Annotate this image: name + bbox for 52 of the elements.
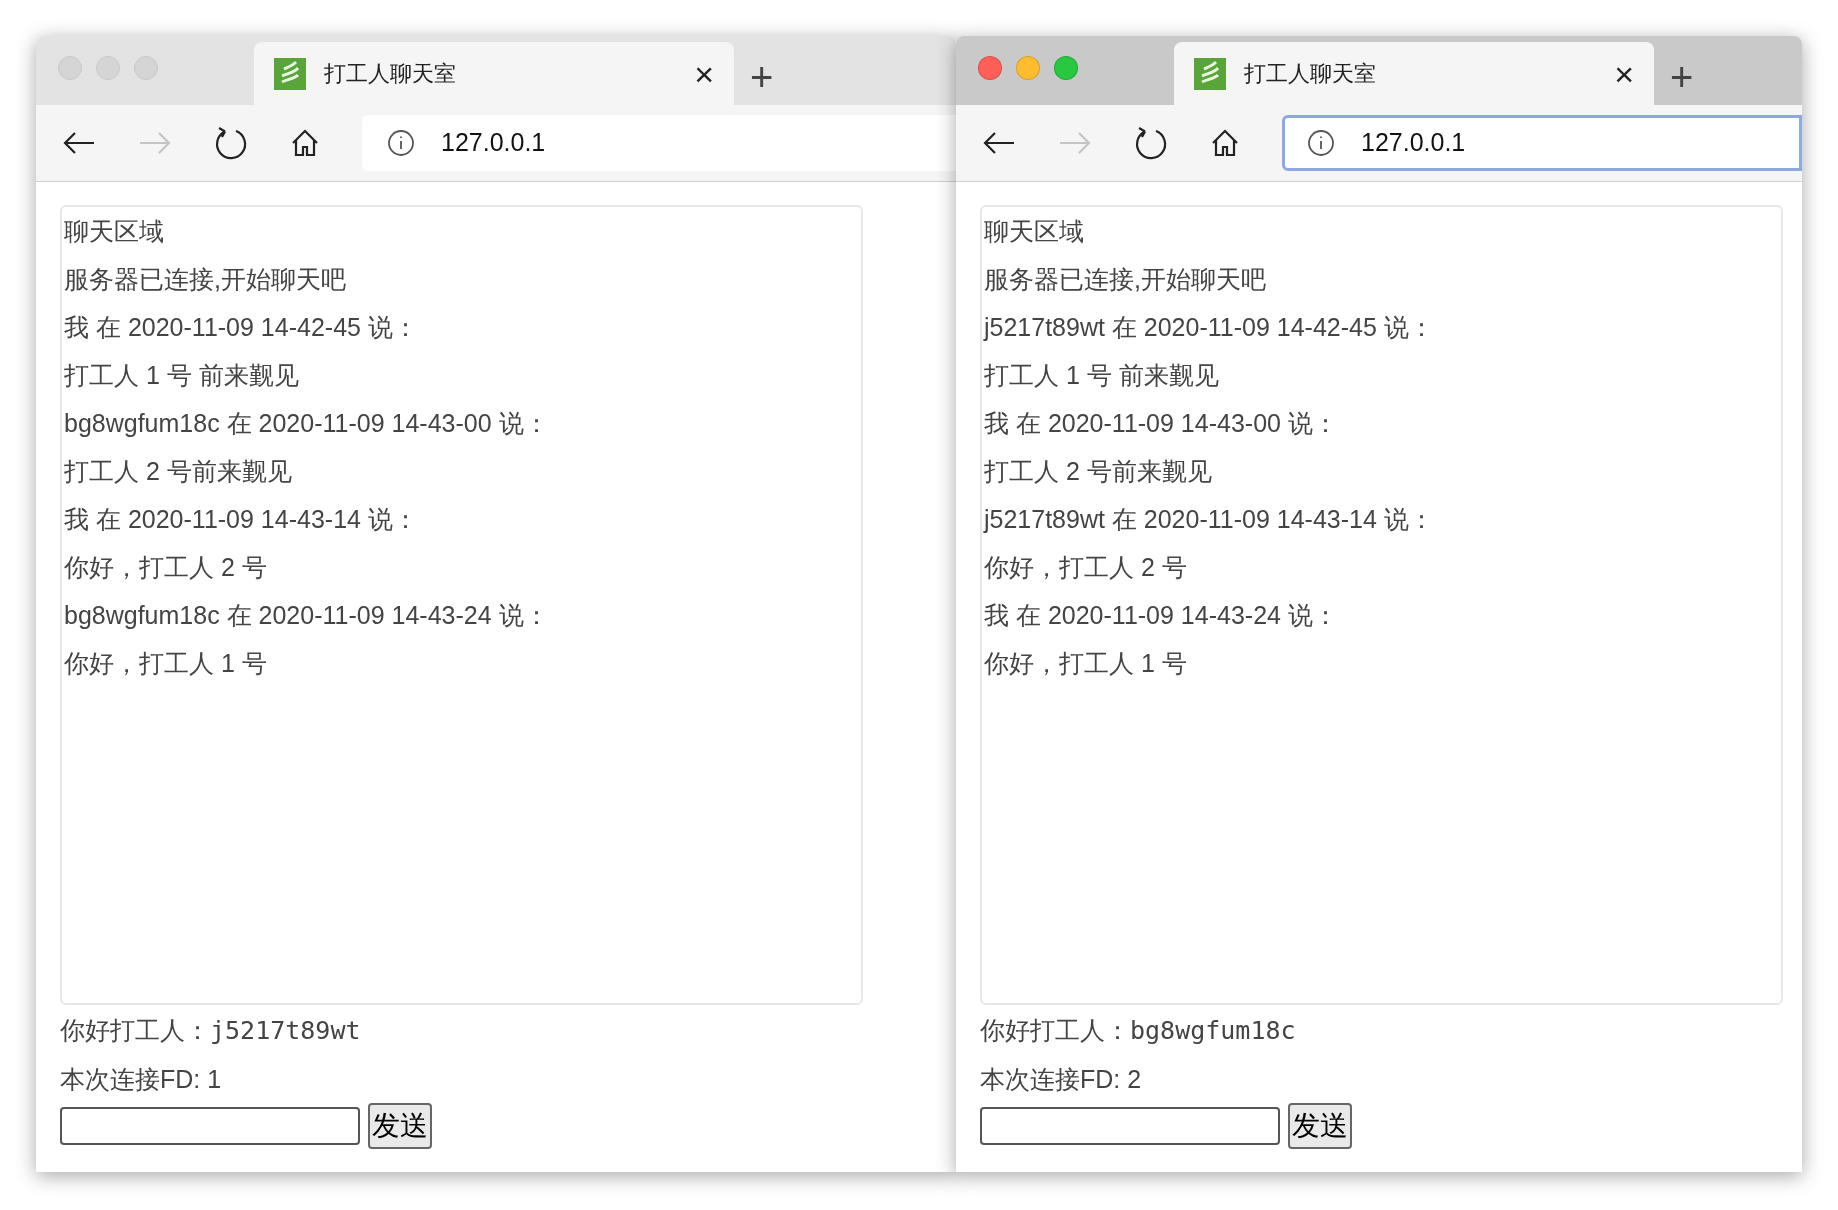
chat-message: 我 在 2020-11-09 14-43-24 说：: [984, 600, 1339, 631]
site-logo-icon: [274, 57, 306, 90]
browser-tab[interactable]: 打工人聊天室 ×: [254, 42, 734, 105]
chat-message: 你好，打工人 1 号: [984, 648, 1188, 679]
tab-close-button[interactable]: ×: [1614, 56, 1634, 91]
greeting-label: 你好打工人：: [980, 1015, 1130, 1047]
send-button[interactable]: 发送: [1288, 1103, 1352, 1149]
chat-message: bg8wgfum18c 在 2020-11-09 14-43-00 说：: [64, 408, 550, 439]
chat-message: bg8wgfum18c 在 2020-11-09 14-43-24 说：: [64, 600, 550, 631]
chat-message: j5217t89wt 在 2020-11-09 14-43-14 说：: [984, 504, 1435, 535]
chat-message: 我 在 2020-11-09 14-43-14 说：: [64, 504, 419, 535]
reload-icon[interactable]: [214, 126, 248, 160]
chat-message: 我 在 2020-11-09 14-42-45 说：: [64, 312, 419, 343]
send-button[interactable]: 发送: [368, 1103, 432, 1149]
username-text: j5217t89wt: [210, 1015, 361, 1048]
address-text: 127.0.0.1: [1361, 127, 1466, 159]
info-icon: [387, 129, 415, 157]
connection-fd-text: 本次连接FD: 1: [60, 1064, 223, 1095]
chat-message: 打工人 2 号前来觐见: [64, 456, 293, 487]
tab-title: 打工人聊天室: [1244, 60, 1377, 88]
site-logo-icon: [1194, 57, 1226, 90]
address-text: 127.0.0.1: [441, 127, 546, 159]
chat-message: 打工人 2 号前来觐见: [984, 456, 1213, 487]
tab-close-button[interactable]: ×: [694, 56, 714, 91]
connection-fd-text: 本次连接FD: 2: [980, 1064, 1143, 1095]
back-arrow-icon[interactable]: [62, 131, 96, 155]
info-icon: [1307, 129, 1335, 157]
tab-title: 打工人聊天室: [324, 60, 457, 88]
chat-heading: 聊天区域: [984, 216, 1085, 247]
chat-message: 打工人 1 号 前来觐见: [64, 360, 300, 391]
home-icon[interactable]: [1210, 128, 1240, 158]
chat-message: 服务器已连接,开始聊天吧: [64, 264, 347, 295]
chat-message: 你好，打工人 2 号: [64, 552, 268, 583]
new-tab-button[interactable]: +: [750, 57, 774, 97]
address-bar[interactable]: 127.0.0.1: [1282, 115, 1802, 171]
chat-message: 你好，打工人 2 号: [984, 552, 1188, 583]
chat-message: j5217t89wt 在 2020-11-09 14-42-45 说：: [984, 312, 1435, 343]
chat-message: 我 在 2020-11-09 14-43-00 说：: [984, 408, 1339, 439]
chat-heading: 聊天区域: [64, 216, 165, 247]
username-text: bg8wgfum18c: [1130, 1015, 1296, 1048]
reload-icon[interactable]: [1134, 126, 1168, 160]
new-tab-button[interactable]: +: [1670, 57, 1694, 97]
address-bar[interactable]: 127.0.0.1: [362, 115, 956, 171]
greeting-label: 你好打工人：: [60, 1015, 210, 1047]
chat-message: 服务器已连接,开始聊天吧: [984, 264, 1267, 295]
browser-tab[interactable]: 打工人聊天室 ×: [1174, 42, 1654, 105]
chat-message: 打工人 1 号 前来觐见: [984, 360, 1220, 391]
home-icon[interactable]: [290, 128, 320, 158]
message-input[interactable]: [60, 1107, 360, 1145]
chat-message: 你好，打工人 1 号: [64, 648, 268, 679]
back-arrow-icon[interactable]: [982, 131, 1016, 155]
message-input[interactable]: [980, 1107, 1280, 1145]
